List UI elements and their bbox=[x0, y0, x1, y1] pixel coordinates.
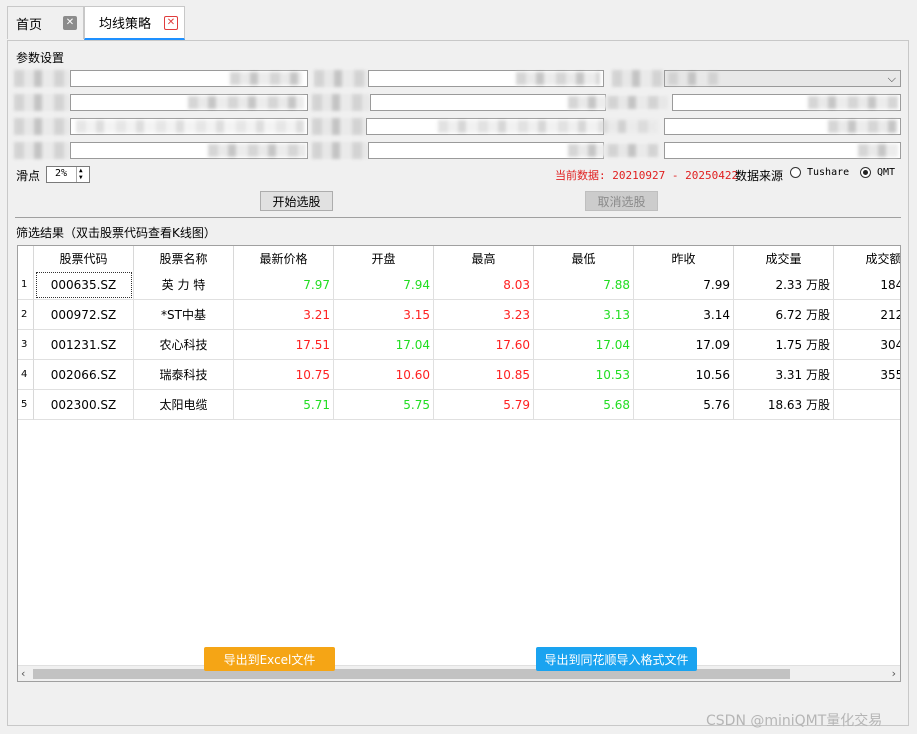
table-cell-volume[interactable]: 6.72 万股 bbox=[734, 300, 834, 330]
table-cell-low[interactable]: 3.13 bbox=[534, 300, 634, 330]
tab-bar: 首页 ✕ 均线策略 ✕ bbox=[0, 0, 917, 40]
export-excel-button[interactable]: 导出到Excel文件 bbox=[204, 647, 335, 671]
radio-selected-icon[interactable] bbox=[860, 167, 871, 178]
tab-home-label: 首页 bbox=[16, 17, 43, 33]
scroll-left-icon[interactable]: ‹ bbox=[21, 667, 25, 680]
table-cell-open[interactable]: 5.75 bbox=[334, 390, 434, 420]
close-icon[interactable]: ✕ bbox=[164, 16, 178, 30]
slippage-stepper[interactable]: 2% ▲ ▼ bbox=[46, 166, 90, 183]
row-index[interactable]: 2 bbox=[18, 300, 34, 330]
table-cell-price[interactable]: 7.97 bbox=[234, 270, 334, 300]
table-cell-low[interactable]: 17.04 bbox=[534, 330, 634, 360]
table-cell-code[interactable]: 000972.SZ bbox=[34, 300, 134, 330]
table-cell-amount[interactable]: 1.06 bbox=[834, 390, 900, 420]
slippage-label: 滑点 bbox=[16, 169, 41, 183]
table-cell-low[interactable]: 5.68 bbox=[534, 390, 634, 420]
row-index[interactable]: 4 bbox=[18, 360, 34, 390]
table-cell-open[interactable]: 7.94 bbox=[334, 270, 434, 300]
strategy-panel: 参数设置 ⌵ 滑点 2% ▲ ▼ 当前数据: 20210927 - 202504… bbox=[7, 40, 909, 726]
table-cell-prev-close[interactable]: 17.09 bbox=[634, 330, 734, 360]
export-ths-button[interactable]: 导出到同花顺导入格式文件 bbox=[536, 647, 697, 671]
data-source-label: 数据来源 bbox=[735, 169, 784, 183]
source-radio-qmt-label: QMT bbox=[877, 167, 896, 178]
table-cell-high[interactable]: 3.23 bbox=[434, 300, 534, 330]
table-cell-name[interactable]: 英 力 特 bbox=[134, 270, 234, 300]
source-radio-qmt[interactable]: QMT bbox=[860, 167, 895, 178]
table-cell-amount[interactable]: 3550.11 bbox=[834, 360, 900, 390]
start-select-button[interactable]: 开始选股 bbox=[260, 191, 333, 211]
table-cell-code[interactable]: 002066.SZ bbox=[34, 360, 134, 390]
column-header[interactable]: 昨收 bbox=[634, 246, 734, 270]
table-cell-prev-close[interactable]: 5.76 bbox=[634, 390, 734, 420]
source-radio-tushare-label: Tushare bbox=[807, 167, 850, 178]
table-cell-price[interactable]: 5.71 bbox=[234, 390, 334, 420]
table-cell-open[interactable]: 3.15 bbox=[334, 300, 434, 330]
tab-home[interactable]: 首页 ✕ bbox=[7, 6, 84, 39]
column-header[interactable]: 成交额 bbox=[834, 246, 900, 270]
table-cell-prev-close[interactable]: 3.14 bbox=[634, 300, 734, 330]
table-cell-volume[interactable]: 2.33 万股 bbox=[734, 270, 834, 300]
table-cell-code[interactable]: 001231.SZ bbox=[34, 330, 134, 360]
column-header[interactable]: 最新价格 bbox=[234, 246, 334, 270]
radio-icon[interactable] bbox=[790, 167, 801, 178]
source-radio-tushare[interactable]: Tushare bbox=[790, 167, 849, 178]
table-corner bbox=[18, 246, 34, 270]
table-cell-code[interactable]: 000635.SZ bbox=[34, 270, 134, 300]
results-table-body: 股票代码 股票名称 最新价格 开盘 最高 最低 昨收 成交量 成交额 1 000635.SZ 英 力 … bbox=[18, 246, 900, 665]
table-cell-name[interactable]: *ST中基 bbox=[134, 300, 234, 330]
column-header[interactable]: 股票代码 bbox=[34, 246, 134, 270]
table-cell-name[interactable]: 瑞泰科技 bbox=[134, 360, 234, 390]
table-cell-high[interactable]: 10.85 bbox=[434, 360, 534, 390]
table-cell-volume[interactable]: 18.63 万股 bbox=[734, 390, 834, 420]
table-cell-open[interactable]: 17.04 bbox=[334, 330, 434, 360]
column-header[interactable]: 最高 bbox=[434, 246, 534, 270]
scroll-right-icon[interactable]: › bbox=[892, 667, 896, 680]
row-index[interactable]: 5 bbox=[18, 390, 34, 420]
table-cell-volume[interactable]: 3.31 万股 bbox=[734, 360, 834, 390]
chevron-down-icon[interactable]: ⌵ bbox=[888, 72, 896, 86]
close-icon[interactable]: ✕ bbox=[63, 16, 77, 30]
table-cell-low[interactable]: 7.88 bbox=[534, 270, 634, 300]
table-cell-low[interactable]: 10.53 bbox=[534, 360, 634, 390]
table-cell-high[interactable]: 5.79 bbox=[434, 390, 534, 420]
column-header[interactable]: 最低 bbox=[534, 246, 634, 270]
column-header[interactable]: 股票名称 bbox=[134, 246, 234, 270]
table-cell-price[interactable]: 3.21 bbox=[234, 300, 334, 330]
table-cell-high[interactable]: 8.03 bbox=[434, 270, 534, 300]
section-divider bbox=[15, 217, 901, 218]
row-index[interactable]: 3 bbox=[18, 330, 34, 360]
watermark-text: CSDN @miniQMT量化交易 bbox=[706, 713, 883, 729]
cancel-select-button[interactable]: 取消选股 bbox=[585, 191, 658, 211]
table-cell-open[interactable]: 10.60 bbox=[334, 360, 434, 390]
table-cell-name[interactable]: 太阳电缆 bbox=[134, 390, 234, 420]
table-cell-volume[interactable]: 1.75 万股 bbox=[734, 330, 834, 360]
tab-ma-strategy-label: 均线策略 bbox=[99, 17, 152, 32]
current-data-range: 当前数据: 20210927 - 20250422 bbox=[555, 169, 739, 182]
table-cell-prev-close[interactable]: 7.99 bbox=[634, 270, 734, 300]
column-header[interactable]: 成交量 bbox=[734, 246, 834, 270]
row-index[interactable]: 1 bbox=[18, 270, 34, 300]
table-cell-amount[interactable]: 1846.58 bbox=[834, 270, 900, 300]
table-cell-amount[interactable]: 2127.96 bbox=[834, 300, 900, 330]
stepper-down-icon[interactable]: ▼ bbox=[79, 175, 83, 181]
table-cell-name[interactable]: 农心科技 bbox=[134, 330, 234, 360]
table-cell-code[interactable]: 002300.SZ bbox=[34, 390, 134, 420]
horizontal-scrollbar[interactable]: ‹ › bbox=[18, 665, 900, 681]
column-header[interactable]: 开盘 bbox=[334, 246, 434, 270]
table-cell-prev-close[interactable]: 10.56 bbox=[634, 360, 734, 390]
table-cell-high[interactable]: 17.60 bbox=[434, 330, 534, 360]
params-section-title: 参数设置 bbox=[16, 51, 65, 65]
table-cell-price[interactable]: 17.51 bbox=[234, 330, 334, 360]
results-table[interactable]: 股票代码 股票名称 最新价格 开盘 最高 最低 昨收 成交量 成交额 1 000635.SZ 英 力 … bbox=[17, 245, 901, 682]
table-cell-amount[interactable]: 3041.14 bbox=[834, 330, 900, 360]
results-section-title: 筛选结果（双击股票代码查看K线图） bbox=[16, 226, 216, 240]
tab-ma-strategy[interactable]: 均线策略 ✕ bbox=[84, 6, 185, 40]
table-cell-price[interactable]: 10.75 bbox=[234, 360, 334, 390]
slippage-value: 2% bbox=[55, 168, 68, 179]
